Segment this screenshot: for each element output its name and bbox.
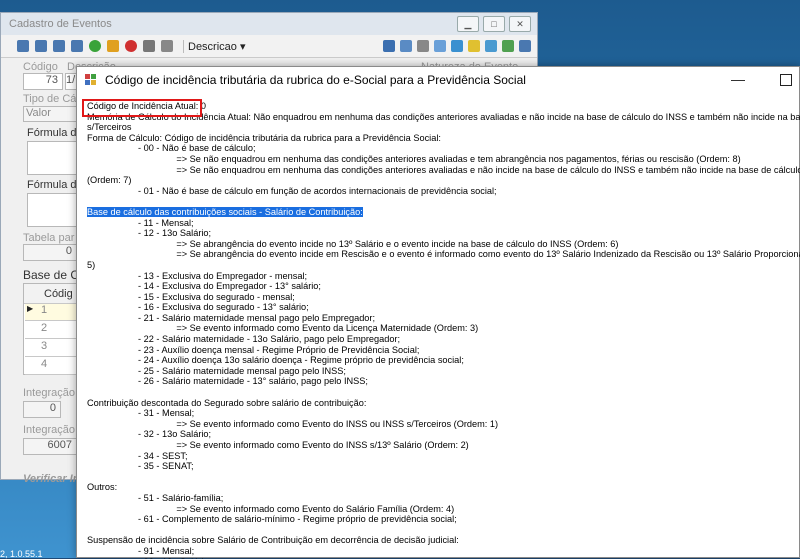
- memo-line: - 21 - Salário maternidade mensal pago p…: [87, 312, 376, 323]
- memo-line: - 23 - Auxílio doença mensal - Regime Pr…: [87, 344, 420, 355]
- verificar-link[interactable]: Verificar In: [23, 473, 79, 485]
- search-field-combo[interactable]: Descricao ▾: [183, 39, 249, 53]
- memo-line: - 31 - Mensal;: [87, 408, 195, 419]
- first-record-icon[interactable]: [17, 40, 29, 52]
- integracao1-field[interactable]: 0: [23, 401, 61, 418]
- toolbar-right-group: [383, 40, 531, 52]
- grid-header: Códig: [24, 284, 78, 304]
- memo-line: => Se evento informado como Evento do IN…: [87, 440, 469, 450]
- memo-line: - 12 - 13o Salário;: [87, 228, 212, 239]
- dialog-titlebar[interactable]: Código de incidência tributária da rubri…: [77, 67, 799, 93]
- export-icon[interactable]: [502, 40, 514, 52]
- memo-line: => Se não enquadrou em nenhuma das condi…: [176, 164, 800, 175]
- memo-line: => Se não enquadrou em nenhuma das condi…: [87, 153, 741, 164]
- codigo-label: Código: [23, 61, 58, 73]
- note-icon[interactable]: [468, 40, 480, 52]
- memo-line: - 61 - Complemento de salário-mínimo - R…: [87, 514, 457, 525]
- memo-line: - 11 - Mensal;: [87, 217, 194, 228]
- memo-line: => Se evento informado como Evento do IN…: [87, 418, 499, 429]
- print-icon[interactable]: [417, 40, 429, 52]
- previous-record-icon[interactable]: [35, 40, 47, 52]
- memo-line: => Se abrangência do evento incide em Re…: [176, 249, 800, 260]
- edit-icon[interactable]: [107, 40, 119, 52]
- last-record-icon[interactable]: [71, 40, 83, 52]
- memo-line: - 25 - Salário maternidade mensal pago p…: [87, 365, 346, 376]
- user-icon[interactable]: [485, 40, 497, 52]
- memo-line: Suspensão de incidência sobre Salário de…: [87, 535, 459, 546]
- incidencia-dialog: Código de incidência tributária da rubri…: [76, 66, 800, 559]
- integracao2-field[interactable]: 6007: [23, 438, 77, 455]
- formula2-label: Fórmula d: [27, 179, 77, 191]
- minimize-button[interactable]: —: [731, 71, 745, 87]
- memo-line: => Se abrangência do evento incide no 13…: [87, 238, 619, 249]
- memo-line: - 00 - Não é base de cálculo;: [87, 143, 256, 154]
- integracao2-label: Integração: [23, 424, 75, 436]
- memo-line: Forma de Cálculo: Código de incidência t…: [87, 132, 441, 143]
- save-icon[interactable]: [143, 40, 155, 52]
- tipo-combo[interactable]: Valor: [23, 106, 77, 122]
- memo-line: => Se evento informado como Evento do Sa…: [87, 503, 455, 514]
- memo-line: Contribuição descontada do Segurado sobr…: [87, 397, 367, 408]
- exit-icon[interactable]: [519, 40, 531, 52]
- memo-line: - 01 - Não é base de cálculo em função d…: [87, 185, 497, 196]
- memo-line: Base de cálculo das contribuições sociai…: [87, 206, 363, 217]
- memo-line: - 35 - SENAT;: [87, 461, 194, 472]
- tipo-label: Tipo de Cá: [23, 93, 77, 105]
- search-icon[interactable]: [383, 40, 395, 52]
- memo-line: - 16 - Exclusiva do segurado - 13° salár…: [87, 302, 309, 313]
- memo-line: [87, 472, 800, 483]
- filter-icon[interactable]: [400, 40, 412, 52]
- memo-line: - 24 - Auxílio doença 13o salário doença…: [87, 355, 464, 366]
- formula1-label: Fórmula d: [27, 127, 77, 139]
- add-icon[interactable]: [89, 40, 101, 52]
- dialog-title: Código de incidência tributária da rubri…: [105, 73, 526, 87]
- formula2-field[interactable]: [27, 193, 77, 227]
- memo-line: - 32 - 13o Salário;: [87, 429, 212, 440]
- memo-line: - 91 - Mensal;: [87, 545, 195, 556]
- maximize-button[interactable]: [780, 74, 792, 86]
- memo-line: [87, 525, 800, 536]
- highlight-box: [82, 99, 202, 117]
- memo-line: - 14 - Exclusiva do Empregador - 13° sal…: [87, 281, 321, 292]
- memo-line: Outros:: [87, 482, 118, 493]
- maximize-button[interactable]: □: [483, 16, 505, 32]
- incidencia-memo[interactable]: Código de Incidência Atual: 0 Memória de …: [87, 101, 800, 559]
- close-button[interactable]: ✕: [509, 16, 531, 32]
- tools-icon[interactable]: [434, 40, 446, 52]
- memo-line: - 26 - Salário maternidade - 13° salário…: [87, 376, 368, 387]
- tabela-field[interactable]: 0: [23, 244, 77, 261]
- memo-line: - 13 - Exclusiva do Empregador - mensal;: [87, 270, 308, 281]
- memo-line: (Ordem: 7): [87, 175, 132, 186]
- back-window-title: Cadastro de Eventos: [9, 18, 112, 30]
- tabela-label: Tabela par: [23, 232, 75, 244]
- memo-line: - 22 - Salário maternidade - 13o Salário…: [87, 334, 401, 345]
- codigo-field[interactable]: 73: [23, 73, 63, 90]
- app-icon: [85, 74, 97, 86]
- memo-line: s/Terceiros: [87, 122, 132, 133]
- minimize-button[interactable]: ▁: [457, 16, 479, 32]
- memo-line: - 51 - Salário-família;: [87, 492, 224, 503]
- memo-line: 5): [87, 259, 96, 270]
- back-window-titlebar[interactable]: Cadastro de Eventos ▁ □ ✕: [1, 13, 537, 35]
- integracao1-label: Integração: [23, 387, 75, 399]
- memo-line: - 34 - SEST;: [87, 450, 188, 461]
- formula1-field[interactable]: [27, 141, 77, 175]
- memo-line: - 15 - Exclusiva do segurado - mensal;: [87, 291, 295, 302]
- next-record-icon[interactable]: [53, 40, 65, 52]
- refresh-icon[interactable]: [451, 40, 463, 52]
- memo-line: => Se evento informado como Evento da Li…: [87, 323, 479, 334]
- delete-icon[interactable]: [125, 40, 137, 52]
- undo-icon[interactable]: [161, 40, 173, 52]
- memo-line: [87, 196, 800, 207]
- memo-line: [87, 387, 800, 398]
